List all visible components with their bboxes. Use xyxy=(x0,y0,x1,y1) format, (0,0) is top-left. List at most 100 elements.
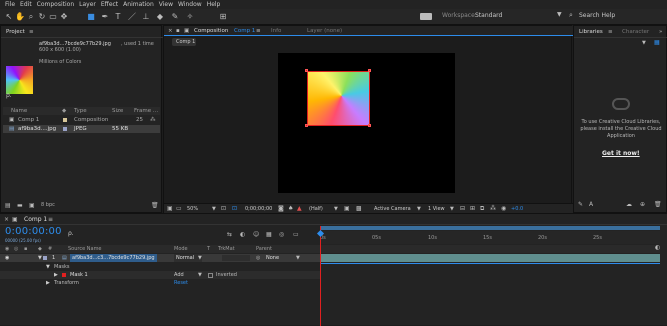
timecode-display[interactable]: 0;00;00;00 xyxy=(245,206,272,212)
column-trkmat[interactable]: TrkMat xyxy=(218,245,235,253)
column-type[interactable]: Type xyxy=(74,107,87,115)
menu-view[interactable]: View xyxy=(159,0,173,9)
mask-path[interactable] xyxy=(307,71,370,126)
draft-3d-icon[interactable]: ◐ xyxy=(240,231,245,238)
menu-file[interactable]: File xyxy=(5,0,15,9)
interpret-footage-icon[interactable]: ▤ xyxy=(5,202,11,209)
puppet-pin-tool-icon[interactable]: ✧ xyxy=(185,11,195,22)
menu-help[interactable]: Help xyxy=(207,0,221,9)
panel-menu-icon[interactable]: ≡ xyxy=(48,216,53,223)
project-search-input[interactable]: ρ. xyxy=(6,92,12,99)
timeline-tab[interactable]: Comp 1 xyxy=(24,216,47,223)
type-tool-icon[interactable]: T xyxy=(113,11,123,22)
column-t[interactable]: T xyxy=(207,245,210,253)
show-snapshot-icon[interactable]: ♠ xyxy=(288,205,293,212)
hand-tool-icon[interactable]: ✋ xyxy=(15,11,25,22)
chevron-down-icon[interactable]: ▼ xyxy=(557,11,562,18)
menu-layer[interactable]: Layer xyxy=(79,0,96,9)
transform-reset-link[interactable]: Reset xyxy=(174,279,188,287)
motion-blur-icon[interactable]: ◎ xyxy=(279,231,284,238)
twirl-right-icon[interactable]: ▶ xyxy=(46,279,50,287)
rotate-tool-icon[interactable]: ↻ xyxy=(37,11,47,22)
libraries-tab[interactable]: Libraries xyxy=(579,28,603,36)
layer-tab[interactable]: Layer (none) xyxy=(307,27,342,35)
flowchart-icon[interactable]: ⁂ xyxy=(150,116,156,124)
panel-menu-icon[interactable]: ≡ xyxy=(608,28,613,36)
menu-composition[interactable]: Composition xyxy=(37,0,74,9)
mask-vertex[interactable] xyxy=(305,124,308,127)
zoom-tool-icon[interactable]: ⌕ xyxy=(26,11,36,22)
pen-tool-icon[interactable]: ✒ xyxy=(100,11,110,22)
column-mode[interactable]: Mode xyxy=(174,245,188,253)
timeline-zoom-icon[interactable]: ◐ xyxy=(655,244,660,251)
workspace-layout-icon[interactable] xyxy=(420,13,432,20)
chevron-down-icon[interactable]: ▼ xyxy=(450,206,454,212)
transparency-icon[interactable]: ▩ xyxy=(356,205,362,212)
frame-blending-icon[interactable]: ▦ xyxy=(266,231,272,238)
rectangle-tool-icon[interactable]: ■ xyxy=(86,11,96,22)
work-area-bar[interactable] xyxy=(320,226,660,230)
eraser-tool-icon[interactable]: ◆ xyxy=(155,11,165,22)
camera-tool-icon[interactable]: ▭ xyxy=(48,11,58,22)
comp-mini-flowchart-icon[interactable]: ⇆ xyxy=(227,231,232,238)
mask-vertex[interactable] xyxy=(368,69,371,72)
workspace-select[interactable]: Standard xyxy=(475,12,502,19)
view-layout-select[interactable]: 1 View xyxy=(428,206,445,212)
mask-vertex[interactable] xyxy=(305,69,308,72)
transparency-grid-icon[interactable]: ⊡ xyxy=(232,205,237,212)
menu-effect[interactable]: Effect xyxy=(101,0,118,9)
chevron-down-icon[interactable]: ▼ xyxy=(334,206,338,212)
monitor-icon[interactable]: ▭ xyxy=(176,205,182,212)
character-style-icon[interactable]: A xyxy=(589,201,593,208)
region-of-interest-icon[interactable]: ▣ xyxy=(344,205,350,212)
menu-window[interactable]: Window xyxy=(178,0,202,9)
masks-group-row[interactable]: ▼ Masks xyxy=(0,263,320,271)
expand-icon[interactable]: » xyxy=(659,28,662,36)
mask-row[interactable]: ▶ Mask 1 Add ▼ Inverted xyxy=(0,271,320,279)
get-it-now-link[interactable]: Get it now! xyxy=(602,150,640,157)
column-source-name[interactable]: Source Name xyxy=(68,245,102,253)
composition-tab-comp[interactable]: Comp 1 xyxy=(234,27,255,35)
selection-tool-icon[interactable]: ↖ xyxy=(4,11,14,22)
bit-depth-button[interactable]: 8 bpc xyxy=(41,202,55,208)
twirl-down-icon[interactable]: ▼ xyxy=(38,254,42,262)
flowchart-icon[interactable]: ⁂ xyxy=(490,205,496,212)
zoom-select[interactable]: 50% xyxy=(187,206,198,212)
timeline-icon[interactable]: ⧉ xyxy=(480,205,484,213)
current-time[interactable]: 0:00:00:00 xyxy=(5,226,62,237)
camera-select[interactable]: Active Camera xyxy=(374,206,411,212)
clone-stamp-tool-icon[interactable]: ⊥ xyxy=(141,11,151,22)
layer-name[interactable]: af9ba3d...c3...7bcde9c77b29.jpg xyxy=(70,254,157,262)
exposure-icon[interactable]: ◉ xyxy=(501,205,506,212)
label-color-swatch[interactable] xyxy=(63,118,67,122)
layer-row[interactable]: ◉ ▼ 1 ▤ af9ba3d...c3...7bcde9c77b29.jpg … xyxy=(0,254,320,262)
lock-icon[interactable]: ▪ xyxy=(176,27,180,35)
chevron-down-icon[interactable]: ▼ xyxy=(198,254,202,262)
chevron-down-icon[interactable]: ▼ xyxy=(417,206,421,212)
panel-menu-icon[interactable]: ≡ xyxy=(256,27,261,35)
playhead-line[interactable] xyxy=(320,226,321,326)
new-composition-icon[interactable]: ▣ xyxy=(29,202,35,209)
timeline-search-input[interactable]: ρ. xyxy=(68,230,74,237)
mask-name[interactable]: Mask 1 xyxy=(70,271,88,279)
shy-icon[interactable]: ☺ xyxy=(253,231,259,238)
graph-editor-icon[interactable]: ▭ xyxy=(293,231,299,238)
column-size[interactable]: Size xyxy=(112,107,123,115)
twirl-right-icon[interactable]: ▶ xyxy=(54,271,58,279)
menu-edit[interactable]: Edit xyxy=(20,0,32,9)
transform-row[interactable]: ▶ Transform Reset xyxy=(0,279,320,287)
label-color-swatch[interactable] xyxy=(63,127,67,131)
snapping-icon[interactable]: ⊞ xyxy=(218,11,228,22)
exposure-value[interactable]: +0.0 xyxy=(511,206,523,212)
mask-color-swatch[interactable] xyxy=(62,273,66,277)
project-item-comp[interactable]: ▣ Comp 1 Composition 25 ⁂ xyxy=(3,116,160,124)
fit-icon[interactable]: ⊡ xyxy=(221,205,226,212)
add-icon[interactable]: ⊕ xyxy=(640,201,645,208)
mask-vertex[interactable] xyxy=(368,124,371,127)
grid-view-icon[interactable]: ▦ xyxy=(654,39,660,46)
pick-whip-icon[interactable]: ◎ xyxy=(256,254,260,262)
delete-icon[interactable]: 🗑 xyxy=(151,202,159,209)
search-help-input[interactable]: Search Help xyxy=(579,12,615,19)
chevron-down-icon[interactable]: ▼ xyxy=(642,40,646,46)
cloud-icon[interactable]: ☁ xyxy=(626,201,632,208)
